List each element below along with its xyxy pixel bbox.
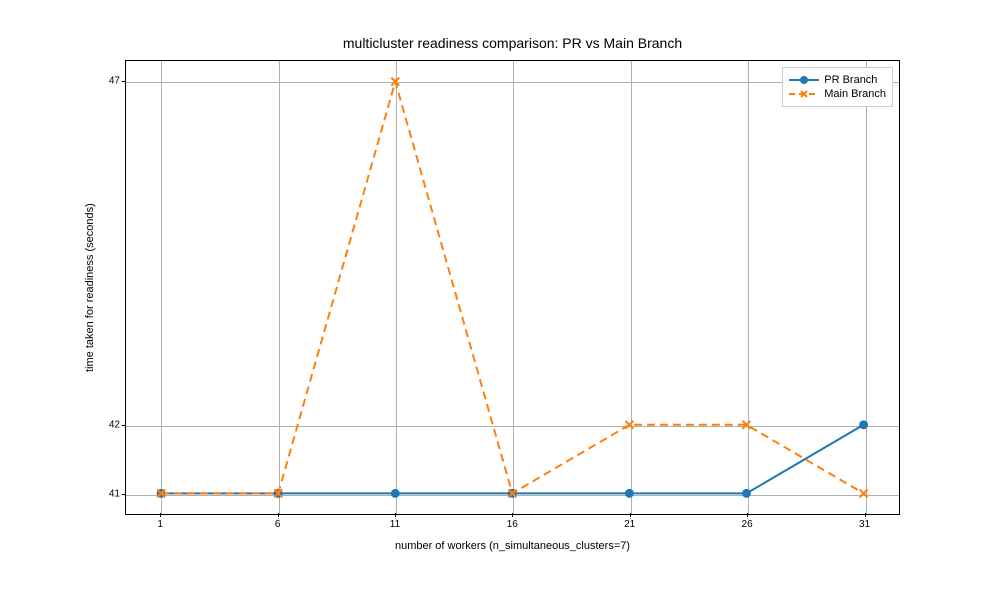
x-axis-label: number of workers (n_simultaneous_cluste… <box>125 540 900 552</box>
xtick-label: 21 <box>610 519 650 530</box>
chart-lines-svg <box>126 61 899 514</box>
legend-swatch-main <box>789 88 819 100</box>
xtick-mark <box>747 513 748 517</box>
legend-entry-main: Main Branch <box>789 88 886 100</box>
plot-area: PR Branch Main Branch <box>125 60 900 515</box>
legend-label-pr: PR Branch <box>824 74 877 86</box>
xtick-mark <box>512 513 513 517</box>
legend-entry-pr: PR Branch <box>789 74 886 86</box>
xtick-mark <box>395 513 396 517</box>
xtick-mark <box>278 513 279 517</box>
xtick-mark <box>865 513 866 517</box>
legend-label-main: Main Branch <box>824 88 886 100</box>
xtick-label: 16 <box>492 519 532 530</box>
ytick-label: 41 <box>100 489 120 500</box>
ytick-label: 47 <box>100 75 120 86</box>
series-main-line <box>161 82 863 494</box>
xtick-label: 6 <box>258 519 298 530</box>
series-pr-line <box>161 425 863 494</box>
y-axis-label: time taken for readiness (seconds) <box>83 60 97 515</box>
ytick-mark <box>122 81 126 82</box>
ytick-mark <box>122 425 126 426</box>
ytick-mark <box>122 494 126 495</box>
legend-swatch-pr <box>789 74 819 86</box>
xtick-mark <box>160 513 161 517</box>
legend: PR Branch Main Branch <box>782 67 893 107</box>
xtick-label: 31 <box>845 519 885 530</box>
xtick-label: 1 <box>140 519 180 530</box>
chart-title: multicluster readiness comparison: PR vs… <box>125 35 900 51</box>
ytick-label: 42 <box>100 420 120 431</box>
chart-figure: multicluster readiness comparison: PR vs… <box>0 0 1000 600</box>
xtick-label: 26 <box>727 519 767 530</box>
xtick-label: 11 <box>375 519 415 530</box>
xtick-mark <box>630 513 631 517</box>
